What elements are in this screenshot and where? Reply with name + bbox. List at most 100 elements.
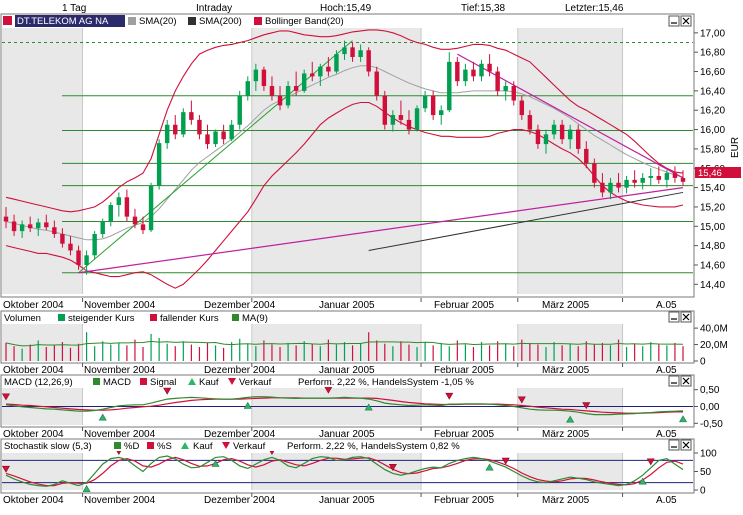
- x-axis-label: Januar 2005: [319, 365, 375, 376]
- stochastic-panel: Stochastik slow (5,3) %D %S Kauf Verkauf…: [0, 438, 717, 506]
- y-axis-label: 16,00: [700, 125, 725, 136]
- instrument-title[interactable]: DT.TELEKOM AG NA: [17, 16, 109, 27]
- candle-body: [527, 115, 533, 130]
- candle-body: [229, 124, 234, 140]
- signal-swatch: [140, 378, 147, 385]
- legend-rising[interactable]: steigender Kurs: [68, 313, 135, 324]
- x-axis-label: März 2005: [542, 300, 590, 311]
- candle-body: [261, 69, 267, 87]
- legend-ma9[interactable]: MA(9): [242, 313, 268, 324]
- candle-body: [406, 119, 412, 130]
- macd-minimize-icon[interactable]: [668, 375, 680, 387]
- x-axis-label: A.05: [656, 300, 677, 311]
- y-axis-label: 16,40: [700, 86, 725, 97]
- candle-body: [503, 86, 508, 91]
- macd-close-icon[interactable]: [680, 375, 692, 387]
- y-axis-label: 15,80: [700, 144, 725, 155]
- candle-body: [390, 115, 396, 125]
- candle-body: [495, 71, 500, 91]
- y-axis-label: 0,00: [700, 402, 720, 413]
- candle-body: [205, 134, 210, 145]
- x-axis-label: A.05: [656, 365, 677, 376]
- candle-body: [36, 222, 41, 229]
- candle-body: [76, 250, 81, 265]
- x-axis-label: Februar 2005: [434, 300, 494, 311]
- candle-body: [479, 63, 484, 77]
- candle-body: [535, 129, 541, 145]
- rising-swatch: [58, 314, 65, 321]
- legend-macd[interactable]: MACD: [103, 377, 131, 388]
- legend-macd-title[interactable]: MACD (12,26,9): [4, 377, 73, 388]
- stoch-close-icon[interactable]: [680, 439, 692, 451]
- header-mode[interactable]: Intraday: [196, 3, 232, 14]
- y-axis-label: 50: [700, 467, 712, 478]
- candle-body: [447, 61, 452, 111]
- macd-performance: Perform. 2,22 %, HandelsSystem -1,05 %: [298, 377, 474, 388]
- sma200-swatch: [188, 17, 196, 25]
- volume-close-icon[interactable]: [680, 311, 692, 323]
- ma9-swatch: [232, 314, 239, 321]
- y-axis-label: -0,50: [700, 419, 723, 430]
- panel-close-icon[interactable]: [680, 15, 692, 27]
- candle-body: [60, 234, 65, 244]
- legend-stoch-kauf[interactable]: Kauf: [193, 441, 213, 452]
- stoch-minimize-icon[interactable]: [668, 439, 680, 451]
- volume-minimize-icon[interactable]: [668, 311, 680, 323]
- candle-body: [430, 95, 436, 116]
- candle-body: [293, 86, 299, 91]
- legend-stoch-title[interactable]: Stochastik slow (5,3): [4, 441, 92, 452]
- legend-bollinger[interactable]: Bollinger Band(20): [265, 16, 344, 27]
- legend-kauf[interactable]: Kauf: [199, 377, 219, 388]
- candle-body: [616, 182, 621, 188]
- legend-verkauf[interactable]: Verkauf: [239, 377, 272, 388]
- candle-body: [181, 112, 186, 135]
- candle-body: [664, 173, 670, 180]
- chart-window: 1 Tag Intraday Hoch:15,49 Tief:15,38 Let…: [0, 0, 743, 511]
- candle-body: [285, 86, 291, 106]
- x-axis-label: A.05: [656, 429, 677, 440]
- header-timeframe[interactable]: 1 Tag: [62, 3, 86, 14]
- stoch-s-swatch: [147, 442, 154, 449]
- x-axis-label: Oktober 2004: [3, 429, 64, 440]
- candle-body: [680, 177, 686, 182]
- header-high: Hoch:15,49: [320, 3, 372, 14]
- macd-swatch: [93, 378, 100, 385]
- last-price-tag: 15,46: [695, 167, 741, 179]
- candle-body: [471, 69, 476, 77]
- candle-body: [19, 224, 25, 232]
- legend-stoch-s[interactable]: %S: [157, 441, 172, 452]
- candle-body: [648, 175, 653, 178]
- candle-body: [164, 124, 170, 144]
- legend-falling[interactable]: fallender Kurs: [160, 313, 219, 324]
- candle-body: [382, 95, 388, 125]
- candle-body: [519, 100, 525, 116]
- candle-body: [124, 197, 130, 217]
- x-axis-label: November 2004: [84, 365, 156, 376]
- candle-body: [3, 216, 9, 222]
- y-axis-label: 14,40: [700, 280, 725, 291]
- candle-body: [567, 129, 573, 140]
- legend-sma200[interactable]: SMA(200): [199, 16, 242, 27]
- y-axis-label: 16,20: [700, 106, 725, 117]
- x-axis-label: November 2004: [84, 429, 156, 440]
- legend-stoch-d[interactable]: %D: [124, 441, 139, 452]
- legend-stoch-verkauf[interactable]: Verkauf: [233, 441, 266, 452]
- x-axis-label: März 2005: [542, 495, 590, 506]
- candle-body: [92, 234, 97, 256]
- legend-sma20[interactable]: SMA(20): [139, 16, 176, 27]
- candle-body: [310, 73, 315, 77]
- legend-volume[interactable]: Volumen: [4, 313, 41, 324]
- candle-body: [221, 131, 226, 140]
- candle-body: [52, 227, 57, 235]
- legend-signal[interactable]: Signal: [150, 377, 176, 388]
- candle-body: [84, 255, 89, 265]
- panel-minimize-icon[interactable]: [668, 15, 680, 27]
- candle-body: [374, 71, 379, 96]
- candle-body: [559, 124, 565, 140]
- x-axis-label: Dezember 2004: [204, 429, 276, 440]
- candle-body: [116, 197, 122, 206]
- y-axis-label: 17,00: [700, 28, 725, 39]
- x-axis-label: November 2004: [84, 495, 156, 506]
- candle-body: [245, 81, 251, 96]
- x-axis-label: Oktober 2004: [3, 300, 64, 311]
